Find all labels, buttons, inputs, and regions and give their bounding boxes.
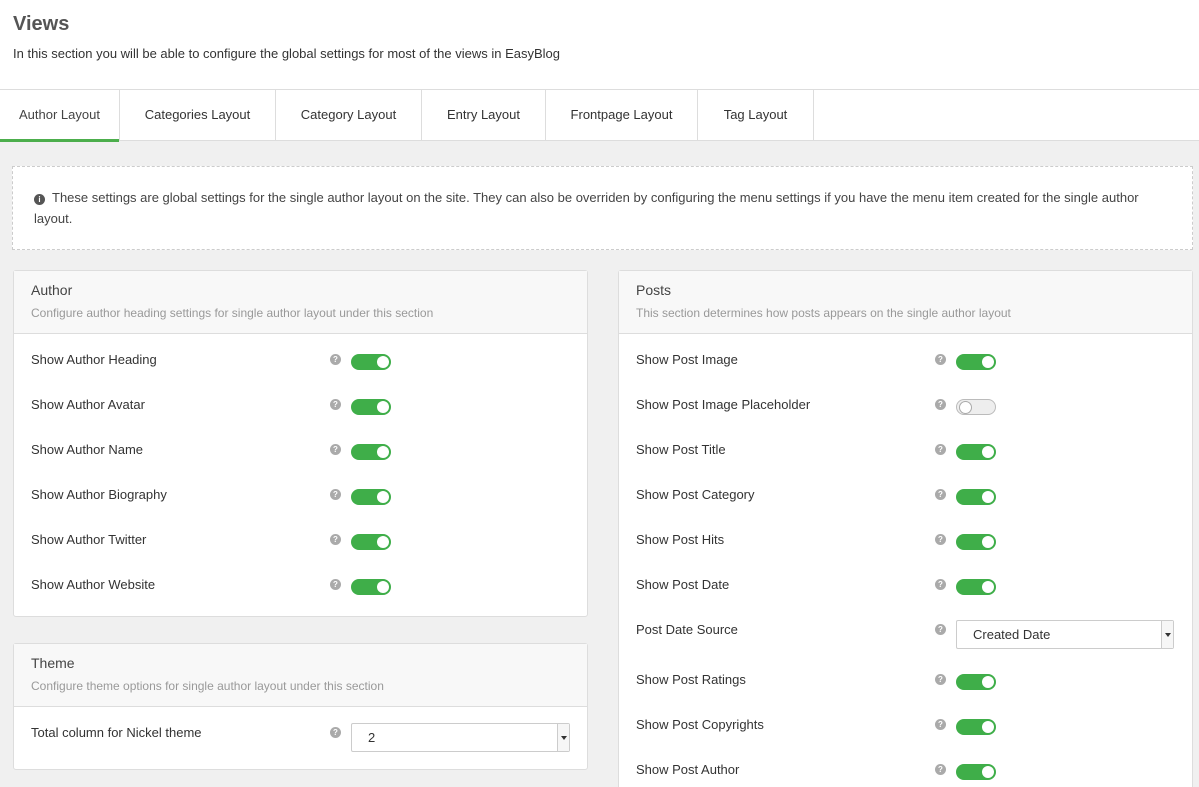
- setting-label: Show Author Website: [31, 577, 156, 592]
- help-icon[interactable]: ?: [935, 624, 946, 635]
- show-post-image-placeholder-toggle[interactable]: [956, 399, 996, 415]
- help-icon[interactable]: ?: [330, 399, 341, 410]
- page-description: In this section you will be able to conf…: [13, 46, 561, 61]
- setting-row: Show Author Biography ?: [14, 469, 587, 514]
- info-notice: i These settings are global settings for …: [12, 166, 1193, 250]
- setting-row: Show Author Website ?: [14, 559, 587, 604]
- theme-panel: Theme Configure theme options for single…: [13, 643, 588, 770]
- setting-label: Show Author Biography: [31, 487, 167, 502]
- show-author-heading-toggle[interactable]: [351, 354, 391, 370]
- setting-row: Total column for Nickel theme ? 2: [14, 707, 587, 752]
- theme-panel-header: Theme Configure theme options for single…: [14, 644, 587, 707]
- page-title: Views: [13, 13, 70, 35]
- help-icon[interactable]: ?: [935, 764, 946, 775]
- setting-row: Show Post Copyrights ?: [619, 699, 1192, 744]
- show-post-date-toggle[interactable]: [956, 579, 996, 595]
- setting-label: Post Date Source: [636, 622, 738, 637]
- tab-categories-layout[interactable]: Categories Layout: [120, 90, 276, 141]
- setting-label: Show Post Category: [636, 487, 755, 502]
- setting-row: Show Post Title ?: [619, 424, 1192, 469]
- nickel-columns-select[interactable]: 2: [351, 723, 570, 752]
- help-icon[interactable]: ?: [330, 444, 341, 455]
- setting-row: Show Author Heading ?: [14, 334, 587, 379]
- theme-panel-title: Theme: [31, 655, 75, 671]
- show-post-author-toggle[interactable]: [956, 764, 996, 780]
- chevron-down-icon: [1161, 621, 1173, 648]
- setting-label: Show Post Author: [636, 762, 740, 777]
- show-post-title-toggle[interactable]: [956, 444, 996, 460]
- setting-label: Total column for Nickel theme: [31, 725, 202, 740]
- setting-row: Show Post Image Placeholder ?: [619, 379, 1192, 424]
- help-icon[interactable]: ?: [330, 354, 341, 365]
- show-author-name-toggle[interactable]: [351, 444, 391, 460]
- tab-category-layout[interactable]: Category Layout: [276, 90, 422, 141]
- setting-label: Show Post Image: [636, 352, 738, 367]
- tab-entry-layout[interactable]: Entry Layout: [422, 90, 546, 141]
- layout-tabs: Author Layout Categories Layout Category…: [0, 89, 1199, 142]
- author-panel-subtitle: Configure author heading settings for si…: [31, 306, 434, 320]
- help-icon[interactable]: ?: [935, 579, 946, 590]
- help-icon[interactable]: ?: [935, 354, 946, 365]
- setting-row: Show Author Name ?: [14, 424, 587, 469]
- posts-panel-subtitle: This section determines how posts appear…: [636, 306, 1011, 320]
- posts-panel: Posts This section determines how posts …: [618, 270, 1193, 787]
- posts-panel-header: Posts This section determines how posts …: [619, 271, 1192, 334]
- setting-row: Show Post Ratings ?: [619, 654, 1192, 699]
- help-icon[interactable]: ?: [935, 399, 946, 410]
- help-icon[interactable]: ?: [330, 489, 341, 500]
- help-icon[interactable]: ?: [935, 674, 946, 685]
- setting-row: Show Post Author ?: [619, 744, 1192, 787]
- tab-tag-layout[interactable]: Tag Layout: [698, 90, 814, 141]
- show-post-hits-toggle[interactable]: [956, 534, 996, 550]
- help-icon[interactable]: ?: [935, 444, 946, 455]
- posts-panel-title: Posts: [636, 282, 672, 298]
- setting-label: Show Author Name: [31, 442, 144, 457]
- setting-label: Show Post Title: [636, 442, 726, 457]
- info-icon: i: [34, 194, 45, 205]
- setting-row: Show Post Hits ?: [619, 514, 1192, 559]
- show-author-avatar-toggle[interactable]: [351, 399, 391, 415]
- page-header: Views In this section you will be able t…: [0, 0, 1199, 89]
- help-icon[interactable]: ?: [330, 579, 341, 590]
- help-icon[interactable]: ?: [330, 534, 341, 545]
- setting-label: Show Post Date: [636, 577, 730, 592]
- chevron-down-icon: [557, 724, 569, 751]
- setting-row: Post Date Source ? Created Date: [619, 604, 1192, 654]
- theme-panel-subtitle: Configure theme options for single autho…: [31, 679, 384, 693]
- help-icon[interactable]: ?: [935, 489, 946, 500]
- show-post-category-toggle[interactable]: [956, 489, 996, 505]
- setting-row: Show Author Twitter ?: [14, 514, 587, 559]
- notice-text: These settings are global settings for t…: [34, 190, 1139, 226]
- help-icon[interactable]: ?: [935, 534, 946, 545]
- show-post-copyrights-toggle[interactable]: [956, 719, 996, 735]
- setting-label: Show Author Heading: [31, 352, 157, 367]
- tab-frontpage-layout[interactable]: Frontpage Layout: [546, 90, 698, 141]
- show-author-biography-toggle[interactable]: [351, 489, 391, 505]
- setting-row: Show Post Date ?: [619, 559, 1192, 604]
- author-panel: Author Configure author heading settings…: [13, 270, 588, 617]
- show-author-twitter-toggle[interactable]: [351, 534, 391, 550]
- setting-label: Show Post Ratings: [636, 672, 746, 687]
- show-post-ratings-toggle[interactable]: [956, 674, 996, 690]
- setting-label: Show Author Twitter: [31, 532, 147, 547]
- setting-label: Show Post Hits: [636, 532, 725, 547]
- author-panel-header: Author Configure author heading settings…: [14, 271, 587, 334]
- tab-author-layout[interactable]: Author Layout: [0, 90, 120, 142]
- setting-label: Show Author Avatar: [31, 397, 145, 412]
- author-panel-title: Author: [31, 282, 73, 298]
- setting-row: Show Author Avatar ?: [14, 379, 587, 424]
- setting-label: Show Post Copyrights: [636, 717, 764, 732]
- show-author-website-toggle[interactable]: [351, 579, 391, 595]
- post-date-source-select[interactable]: Created Date: [956, 620, 1174, 649]
- select-value: 2: [368, 730, 376, 745]
- setting-label: Show Post Image Placeholder: [636, 397, 811, 412]
- setting-row: Show Post Category ?: [619, 469, 1192, 514]
- help-icon[interactable]: ?: [330, 727, 341, 738]
- select-value: Created Date: [973, 627, 1051, 642]
- help-icon[interactable]: ?: [935, 719, 946, 730]
- setting-row: Show Post Image ?: [619, 334, 1192, 379]
- show-post-image-toggle[interactable]: [956, 354, 996, 370]
